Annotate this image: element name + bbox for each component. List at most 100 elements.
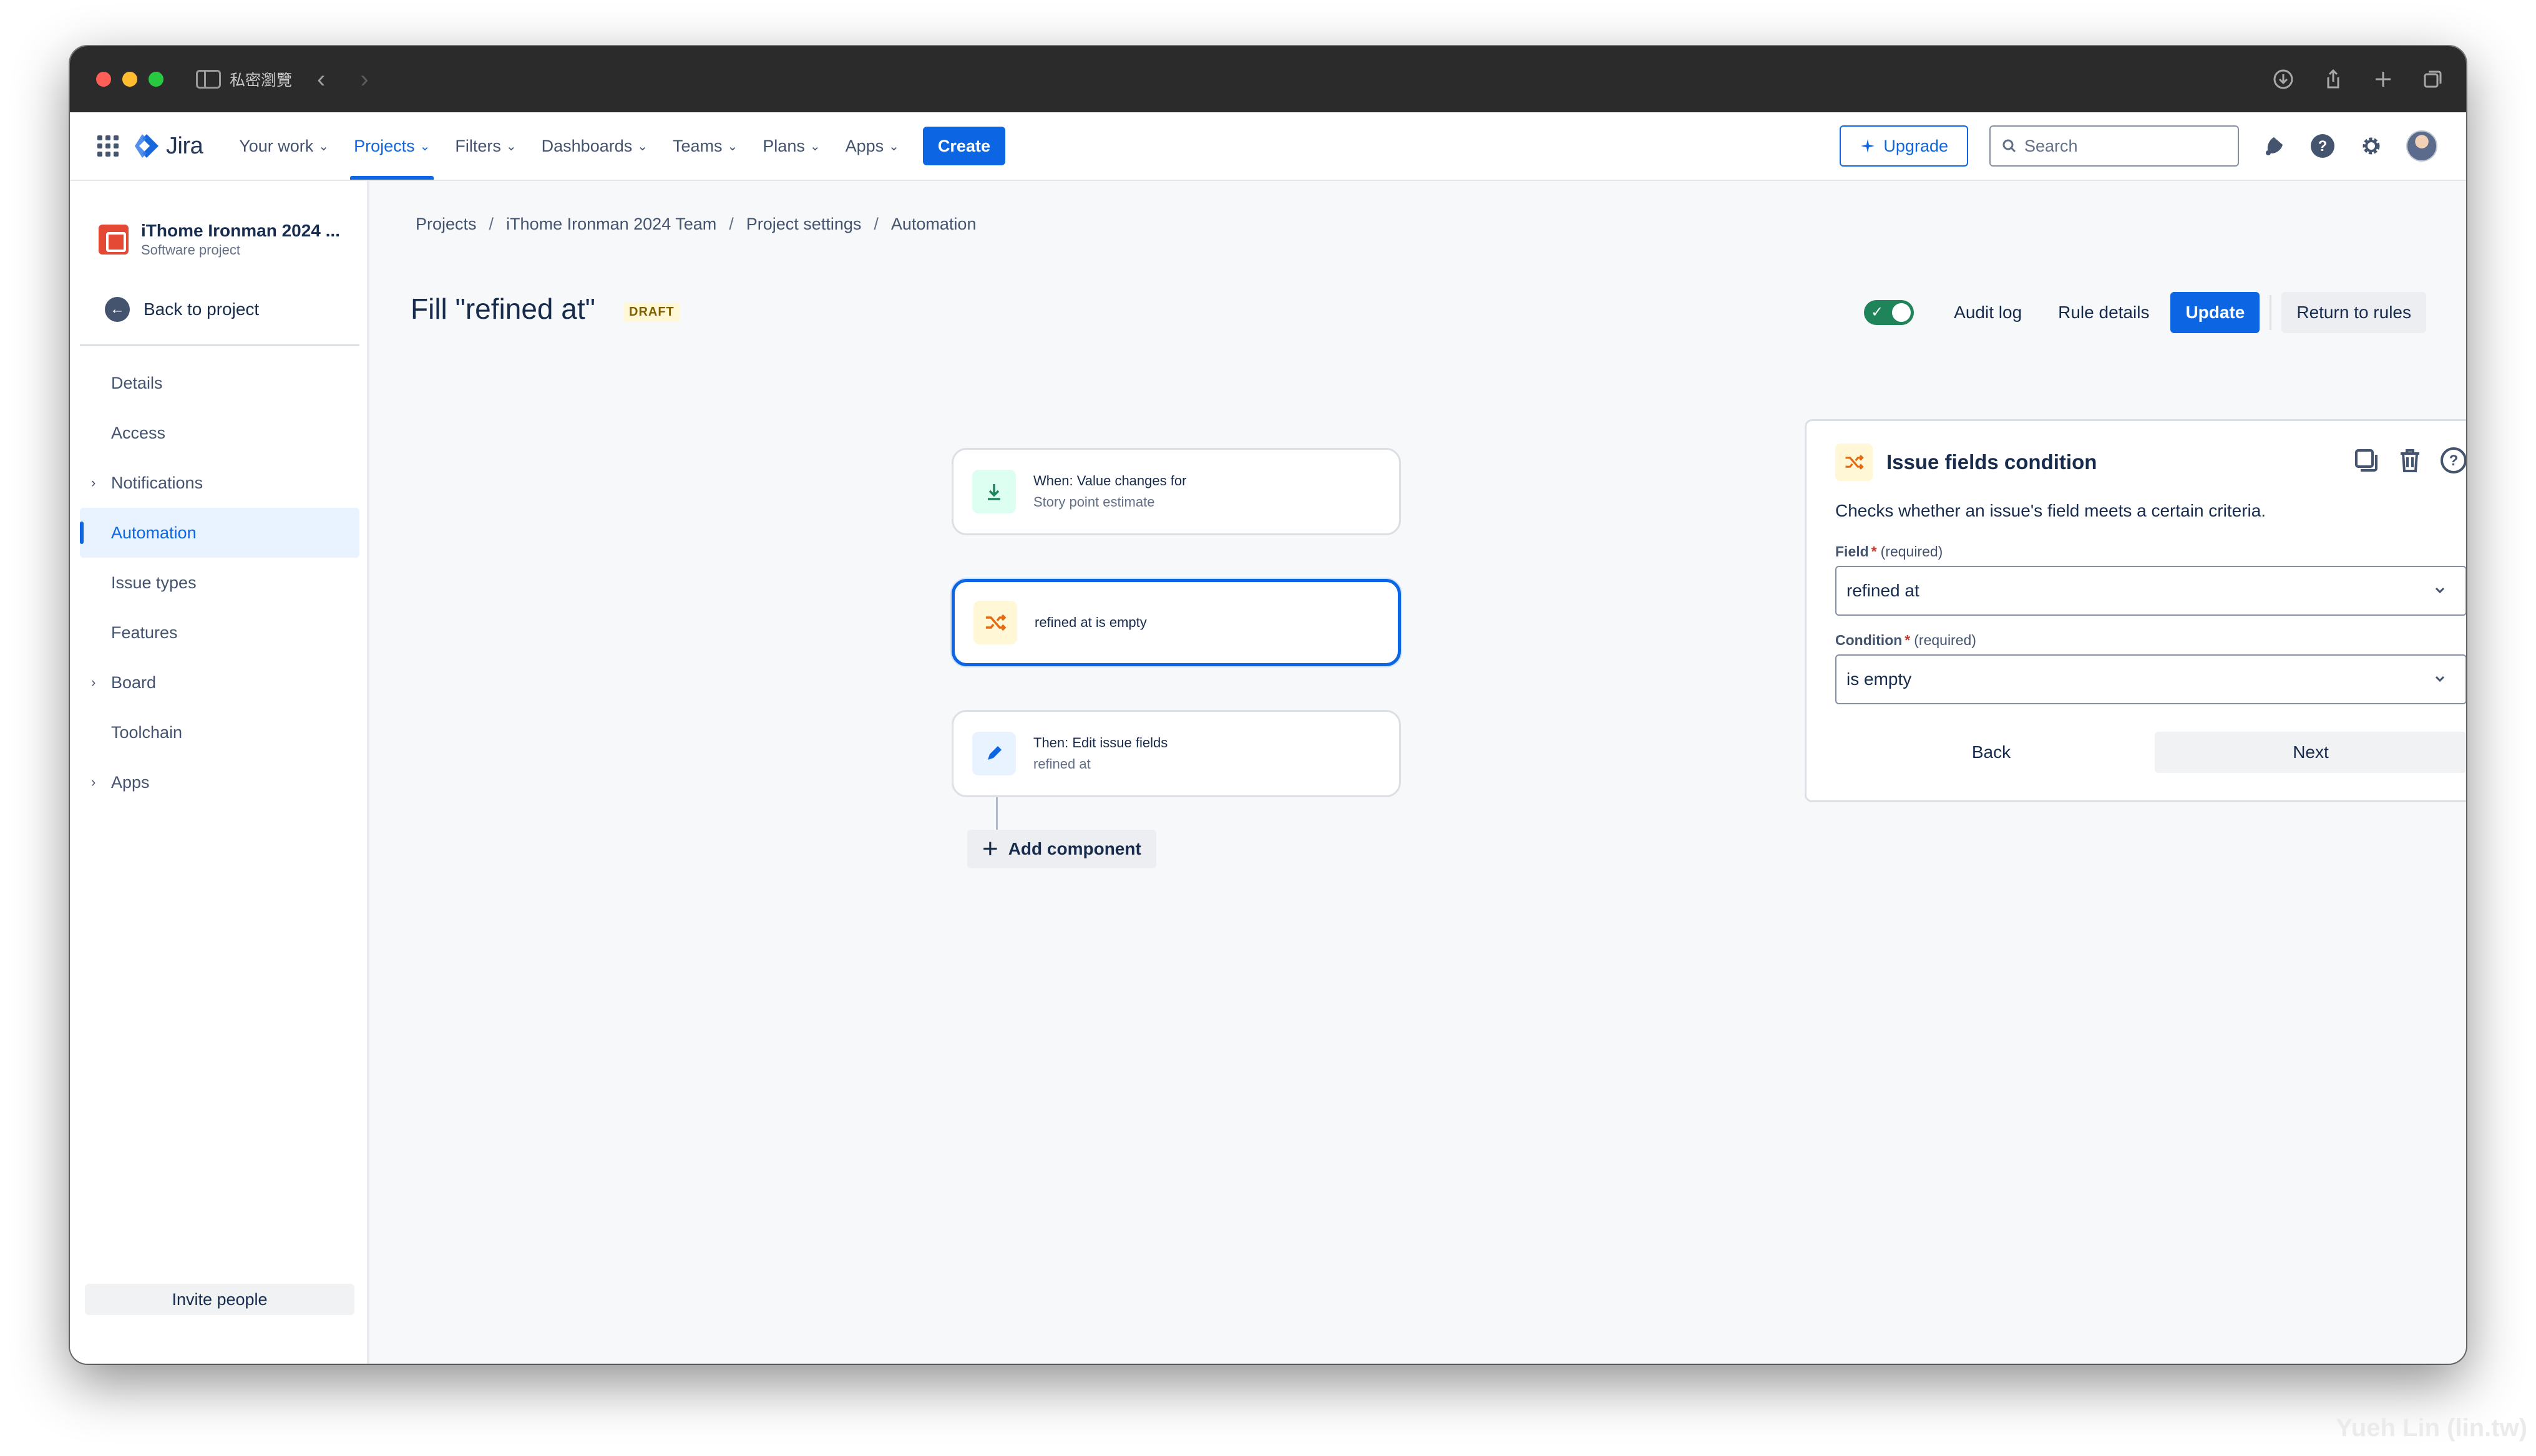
top-navigation: Jira Your work ⌄ Projects ⌄ Filters ⌄ Dashb… xyxy=(70,112,2466,181)
minimize-window-button[interactable] xyxy=(122,72,137,87)
browser-back-icon[interactable]: ‹ xyxy=(317,67,325,92)
chevron-down-icon: ⌄ xyxy=(809,139,821,153)
nav-your-work[interactable]: Your work ⌄ xyxy=(227,112,341,180)
arrow-left-icon: ← xyxy=(105,297,130,322)
add-component-button[interactable]: + Add component xyxy=(967,830,1156,868)
window-controls xyxy=(96,72,163,87)
trigger-card[interactable]: When: Value changes for Story point esti… xyxy=(952,448,1401,535)
project-sidebar: iThome Ironman 2024 ... Software project… xyxy=(70,181,369,1364)
share-icon[interactable] xyxy=(2323,69,2344,90)
sidebar-item-issue-types[interactable]: Issue types xyxy=(80,558,359,608)
new-tab-icon[interactable] xyxy=(2373,69,2394,90)
close-window-button[interactable] xyxy=(96,72,111,87)
invite-people-button[interactable]: Invite people xyxy=(85,1284,354,1315)
breadcrumb-project[interactable]: iThome Ironman 2024 Team xyxy=(506,215,716,234)
breadcrumb-projects[interactable]: Projects xyxy=(416,215,477,234)
notifications-icon[interactable] xyxy=(2260,132,2288,160)
breadcrumb: Projects / iThome Ironman 2024 Team / Pr… xyxy=(416,215,977,234)
sparkle-icon xyxy=(1861,139,1875,153)
chevron-down-icon: ⌄ xyxy=(889,139,899,153)
browser-window: 私密瀏覽 ‹ › Jira Your work ⌄ Projects ⌄ Fil… xyxy=(70,46,2466,1364)
search-icon xyxy=(2002,139,2016,153)
trigger-title: When: Value changes for xyxy=(1033,473,1187,488)
nav-apps[interactable]: Apps ⌄ xyxy=(833,112,912,180)
sidebar-item-notifications[interactable]: › Notifications xyxy=(80,458,359,508)
project-avatar xyxy=(99,225,129,255)
nav-projects[interactable]: Projects ⌄ xyxy=(341,112,442,180)
trash-icon[interactable] xyxy=(2396,446,2424,475)
upgrade-button[interactable]: Upgrade xyxy=(1840,125,1968,167)
check-icon: ✓ xyxy=(1871,304,1884,321)
product-name: Jira xyxy=(166,132,203,159)
breadcrumb-automation[interactable]: Automation xyxy=(891,215,977,234)
panel-title: Issue fields condition xyxy=(1886,450,2097,473)
nav-teams[interactable]: Teams ⌄ xyxy=(660,112,750,180)
status-badge: DRAFT xyxy=(624,303,680,322)
nav-dashboards[interactable]: Dashboards ⌄ xyxy=(529,112,660,180)
chevron-right-icon: › xyxy=(91,674,96,690)
sidebar-toggle-icon[interactable] xyxy=(196,70,221,89)
sidebar-item-details[interactable]: Details xyxy=(80,358,359,408)
condition-label: Condition * (required) xyxy=(1835,632,1976,648)
chevron-down-icon xyxy=(2435,676,2445,682)
return-to-rules-button[interactable]: Return to rules xyxy=(2281,292,2426,333)
chevron-down-icon: ⌄ xyxy=(727,139,738,153)
panel-description: Checks whether an issue's field meets a … xyxy=(1835,501,2266,520)
component-config-panel: Issue fields condition ? Checks whether … xyxy=(1805,419,2466,802)
sidebar-item-board[interactable]: › Board xyxy=(80,658,359,707)
jira-logo[interactable]: Jira xyxy=(134,133,203,160)
nav-filters[interactable]: Filters ⌄ xyxy=(442,112,529,180)
search-input[interactable]: Search xyxy=(1989,125,2239,167)
chevron-down-icon xyxy=(2435,587,2445,594)
create-button[interactable]: Create xyxy=(922,127,1005,165)
pencil-icon xyxy=(972,732,1016,775)
help-icon[interactable]: ? xyxy=(2439,446,2466,475)
action-card[interactable]: Then: Edit issue fields refined at xyxy=(952,710,1401,797)
copy-icon[interactable] xyxy=(2352,446,2381,475)
sidebar-item-automation[interactable]: Automation xyxy=(80,508,359,558)
sidebar-item-toolchain[interactable]: Toolchain xyxy=(80,707,359,757)
plus-icon: + xyxy=(982,833,998,864)
download-icon[interactable] xyxy=(2273,69,2294,90)
jira-mark-icon xyxy=(135,134,158,158)
rule-title[interactable]: Fill "refined at" xyxy=(411,292,595,326)
download-arrow-icon xyxy=(972,470,1016,513)
chevron-right-icon: › xyxy=(91,475,96,490)
user-avatar[interactable] xyxy=(2406,130,2437,162)
chevron-down-icon: ⌄ xyxy=(318,139,329,153)
help-icon[interactable]: ? xyxy=(2309,132,2336,160)
browser-forward-icon[interactable]: › xyxy=(360,67,368,92)
chevron-down-icon: ⌄ xyxy=(637,139,648,153)
nav-plans[interactable]: Plans ⌄ xyxy=(750,112,832,180)
sidebar-item-apps[interactable]: › Apps xyxy=(80,757,359,807)
zoom-window-button[interactable] xyxy=(149,72,163,87)
breadcrumb-project-settings[interactable]: Project settings xyxy=(746,215,862,234)
sidebar-item-features[interactable]: Features xyxy=(80,608,359,658)
sidebar-divider xyxy=(80,344,359,346)
tab-overview-icon[interactable] xyxy=(2422,69,2444,90)
field-select[interactable]: refined at xyxy=(1835,566,2466,616)
project-type: Software project xyxy=(141,242,240,258)
watermark: Yueh Lin (lin.tw) xyxy=(2336,1414,2527,1442)
app-switcher-icon[interactable] xyxy=(97,135,119,157)
chevron-right-icon: › xyxy=(91,774,96,790)
audit-log-button[interactable]: Audit log xyxy=(1939,292,2037,333)
rule-details-button[interactable]: Rule details xyxy=(2043,292,2164,333)
project-header[interactable]: iThome Ironman 2024 ... Software project xyxy=(99,221,340,258)
settings-icon[interactable] xyxy=(2358,132,2385,160)
chevron-down-icon: ⌄ xyxy=(419,139,431,153)
field-label: Field * (required) xyxy=(1835,543,1943,560)
rule-enabled-toggle[interactable]: ✓ xyxy=(1864,300,1914,325)
shuffle-icon xyxy=(973,601,1017,644)
update-button[interactable]: Update xyxy=(2170,292,2260,333)
sidebar-item-access[interactable]: Access xyxy=(80,408,359,458)
back-to-project-link[interactable]: ← Back to project xyxy=(105,297,259,322)
main-content: Projects / iThome Ironman 2024 Team / Pr… xyxy=(369,181,2466,1364)
condition-select[interactable]: is empty xyxy=(1835,654,2466,704)
next-button[interactable]: Next xyxy=(2155,732,2466,773)
chevron-down-icon: ⌄ xyxy=(505,139,517,153)
condition-card[interactable]: refined at is empty xyxy=(952,579,1401,666)
action-subtitle: refined at xyxy=(1033,756,1091,772)
condition-title: refined at is empty xyxy=(1035,614,1147,630)
back-button[interactable]: Back xyxy=(1835,732,2147,773)
